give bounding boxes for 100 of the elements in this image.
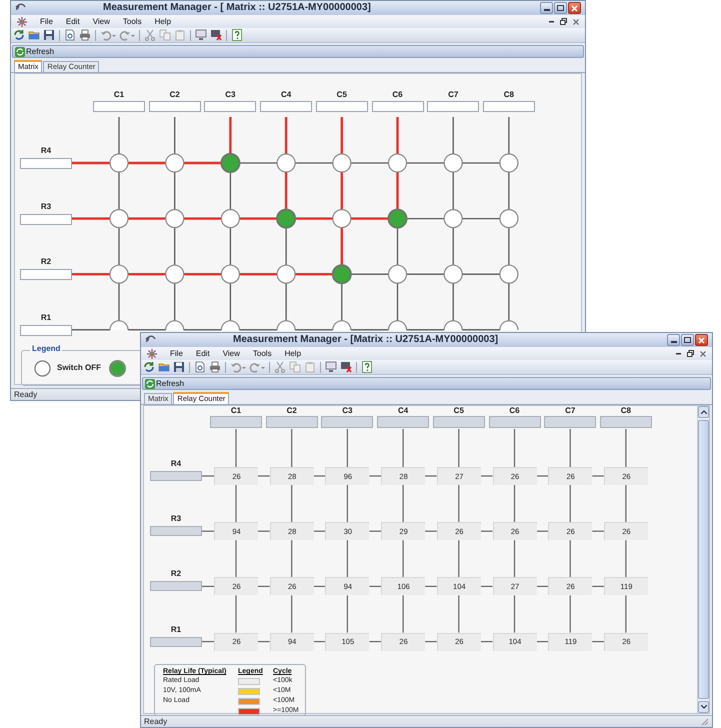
column-name-field[interactable] [488, 416, 540, 428]
switch-node[interactable] [109, 209, 129, 228]
switch-node[interactable] [499, 264, 518, 284]
column-name-field[interactable] [600, 416, 652, 428]
close-button[interactable] [568, 2, 581, 14]
column-name-field[interactable] [372, 101, 424, 112]
clipboard-icon[interactable] [174, 29, 186, 41]
redo-icon[interactable] [249, 361, 265, 373]
column-name-field[interactable] [482, 101, 535, 112]
switch-node[interactable] [388, 320, 408, 331]
row-name-field[interactable] [150, 581, 202, 592]
network-icon[interactable] [147, 348, 157, 358]
switch-node[interactable] [109, 320, 129, 331]
switch-node[interactable] [276, 153, 296, 173]
switch-node[interactable] [276, 208, 296, 229]
monitor-icon[interactable] [325, 361, 337, 373]
switch-node[interactable] [220, 209, 240, 228]
switch-node[interactable] [220, 264, 240, 284]
column-name-field[interactable] [210, 416, 262, 428]
copy-icon[interactable] [289, 361, 301, 373]
printer-icon[interactable] [209, 361, 221, 373]
column-name-field[interactable] [260, 101, 312, 112]
switch-node[interactable] [276, 264, 296, 284]
copy-icon[interactable] [159, 29, 171, 41]
menu-item[interactable]: Help [154, 18, 172, 26]
switch-node[interactable] [499, 320, 518, 331]
column-name-field[interactable] [204, 101, 256, 112]
menu-item[interactable]: View [222, 350, 240, 358]
refresh-icon[interactable] [15, 46, 25, 56]
column-name-field[interactable] [148, 101, 201, 112]
menu-item[interactable]: View [92, 18, 110, 26]
row-name-field[interactable] [20, 214, 72, 225]
document-search-icon[interactable] [194, 361, 206, 373]
scroll-down-button[interactable] [698, 701, 709, 713]
switch-node[interactable] [444, 320, 463, 331]
switch-node[interactable] [220, 320, 240, 331]
switch-node[interactable] [276, 320, 296, 331]
maximize-button[interactable] [681, 334, 694, 346]
document-search-icon[interactable] [64, 29, 76, 41]
undo-icon[interactable] [100, 29, 116, 41]
switch-node[interactable] [499, 209, 518, 228]
switch-node[interactable] [444, 264, 463, 284]
column-name-field[interactable] [432, 416, 485, 428]
menu-item[interactable]: Edit [66, 18, 80, 26]
row-name-field[interactable] [150, 526, 202, 536]
printer-icon[interactable] [79, 29, 91, 41]
switch-node[interactable] [165, 264, 184, 284]
column-name-field[interactable] [316, 101, 368, 112]
help-icon[interactable] [361, 361, 373, 373]
switch-node[interactable] [165, 320, 184, 331]
refresh-button[interactable]: Refresh [26, 48, 54, 56]
menu-item[interactable]: Tools [122, 18, 142, 26]
switch-node[interactable] [109, 264, 129, 284]
monitor-icon[interactable] [195, 29, 207, 41]
switch-node[interactable] [332, 153, 352, 173]
monitor-delete-icon[interactable] [340, 361, 352, 373]
minimize-icon[interactable] [549, 20, 554, 22]
maximize-button[interactable] [554, 2, 567, 14]
minimize-button[interactable] [540, 2, 553, 14]
switch-node[interactable] [332, 320, 352, 331]
menu-item[interactable]: Edit [196, 350, 210, 358]
row-name-field[interactable] [150, 636, 202, 647]
column-name-field[interactable] [321, 416, 374, 428]
folder-icon[interactable] [158, 361, 170, 373]
menu-item[interactable]: Tools [252, 350, 272, 358]
column-name-field[interactable] [427, 101, 480, 112]
resize-grip-icon[interactable] [701, 718, 709, 726]
minimize-button[interactable] [667, 334, 680, 346]
refresh-icon[interactable] [13, 29, 25, 41]
menu-item[interactable]: Help [284, 350, 302, 358]
switch-node[interactable] [165, 153, 184, 173]
switch-node[interactable] [165, 209, 184, 228]
switch-node[interactable] [332, 209, 352, 228]
switch-node[interactable] [332, 264, 352, 284]
undo-icon[interactable] [230, 361, 246, 373]
switch-node[interactable] [388, 153, 408, 173]
redo-icon[interactable] [119, 29, 135, 41]
row-name-field[interactable] [20, 158, 72, 169]
row-name-field[interactable] [150, 471, 202, 481]
switch-node[interactable] [388, 264, 408, 284]
scroll-thumb[interactable] [698, 420, 709, 699]
monitor-delete-icon[interactable] [210, 29, 222, 41]
restore-icon[interactable] [560, 18, 567, 25]
menu-item[interactable]: File [170, 350, 183, 358]
column-name-field[interactable] [266, 416, 318, 428]
switch-node[interactable] [444, 153, 463, 173]
menu-item[interactable]: File [40, 18, 53, 26]
scissors-icon[interactable] [144, 29, 156, 41]
column-name-field[interactable] [93, 101, 145, 112]
refresh-icon[interactable] [143, 361, 155, 373]
close-icon[interactable] [573, 18, 579, 24]
scrollbar[interactable] [697, 406, 709, 713]
refresh-button[interactable]: Refresh [156, 380, 184, 388]
scissors-icon[interactable] [274, 361, 286, 373]
row-name-field[interactable] [20, 324, 72, 336]
close-icon[interactable] [700, 350, 706, 356]
clipboard-icon[interactable] [304, 361, 316, 373]
minimize-icon[interactable] [676, 352, 681, 354]
scroll-up-button[interactable] [698, 406, 709, 418]
switch-node[interactable] [220, 153, 240, 173]
